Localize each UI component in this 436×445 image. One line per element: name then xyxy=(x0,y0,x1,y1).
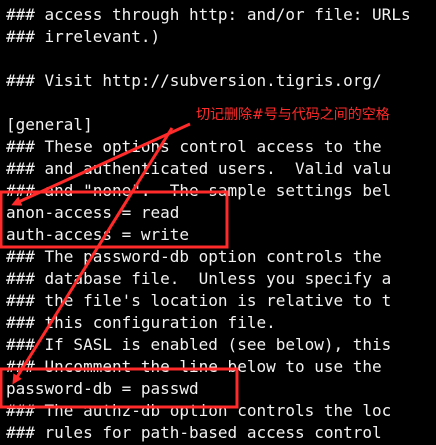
config-line-anon-access: anon-access = read xyxy=(6,203,180,222)
terminal-line: ### and authenticated users. Valid valu xyxy=(6,159,392,178)
terminal-line: ### The authz-db option controls the loc xyxy=(6,401,392,420)
terminal-window[interactable]: ### access through http: and/or file: UR… xyxy=(0,0,436,445)
terminal-line: ### These options control access to the xyxy=(6,137,382,156)
terminal-line: ### database file. Unless you specify a xyxy=(6,269,392,288)
terminal-line: ### Uncomment the line below to use the xyxy=(6,357,382,376)
terminal-line: ### and "none". The sample settings bel xyxy=(6,181,392,200)
terminal-line: [general] xyxy=(6,115,93,134)
terminal-line: ### this configuration file. xyxy=(6,313,276,332)
config-line-password-db: password-db = passwd xyxy=(6,379,199,398)
terminal-line: ### irrelevant.) xyxy=(6,27,161,46)
terminal-line: ### rules for path-based access control xyxy=(6,423,382,442)
terminal-line: ### the file's location is relative to t xyxy=(6,291,392,310)
terminal-line: ### access through http: and/or file: UR… xyxy=(6,5,411,24)
terminal-line: ### If SASL is enabled (see below), this xyxy=(6,335,392,354)
config-line-auth-access: auth-access = write xyxy=(6,225,190,244)
terminal-line: ### The password-db option controls the xyxy=(6,247,382,266)
annotation-label: 切记删除#号与代码之间的空格 xyxy=(196,107,390,123)
terminal-line: ### Visit http://subversion.tigris.org/ xyxy=(6,71,382,90)
